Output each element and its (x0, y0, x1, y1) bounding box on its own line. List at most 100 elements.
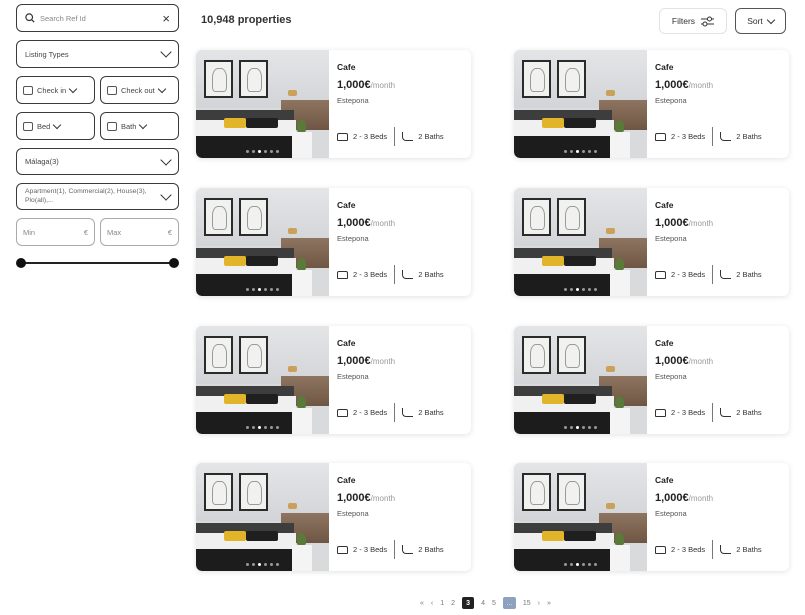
property-card[interactable]: Cafe 1,000€/month Estepona 2 - 3 Beds 2 Bath… (196, 50, 471, 158)
price-range-slider[interactable] (16, 258, 179, 268)
property-photo[interactable] (514, 188, 647, 296)
carousel-dot[interactable] (582, 563, 585, 566)
property-title[interactable]: Cafe (655, 475, 789, 485)
last-page-number-button[interactable]: 15 (523, 600, 531, 607)
carousel-dot-active[interactable] (576, 426, 579, 429)
carousel-dot[interactable] (252, 563, 255, 566)
carousel-dot[interactable] (246, 288, 249, 291)
check-in-select[interactable]: Check in (16, 76, 95, 104)
slider-min-handle[interactable] (16, 258, 26, 268)
location-select[interactable]: Málaga(3) (16, 148, 179, 175)
first-page-button[interactable]: « (420, 600, 424, 607)
page-2-button[interactable]: 2 (451, 600, 455, 607)
carousel-dot[interactable] (594, 426, 597, 429)
property-title[interactable]: Cafe (337, 200, 471, 210)
property-title[interactable]: Cafe (655, 200, 789, 210)
property-card[interactable]: Cafe 1,000€/month Estepona 2 - 3 Beds 2 Bath… (514, 326, 789, 434)
carousel-dot-active[interactable] (258, 288, 261, 291)
page-4-button[interactable]: 4 (481, 600, 485, 607)
carousel-dot[interactable] (570, 150, 573, 153)
carousel-dot[interactable] (582, 288, 585, 291)
carousel-dot[interactable] (582, 426, 585, 429)
property-photo[interactable] (514, 50, 647, 158)
carousel-dot[interactable] (264, 288, 267, 291)
bed-select[interactable]: Bed (16, 112, 95, 140)
carousel-dot[interactable] (588, 426, 591, 429)
property-card[interactable]: Cafe 1,000€/month Estepona 2 - 3 Beds 2 Bath… (196, 463, 471, 571)
max-price-input[interactable]: Max € (100, 218, 179, 246)
property-title[interactable]: Cafe (337, 62, 471, 72)
carousel-dot[interactable] (276, 426, 279, 429)
property-card[interactable]: Cafe 1,000€/month Estepona 2 - 3 Beds 2 Bath… (196, 326, 471, 434)
filters-button[interactable]: Filters (659, 8, 727, 34)
carousel-dot[interactable] (588, 563, 591, 566)
property-photo[interactable] (514, 326, 647, 434)
ellipsis-button[interactable]: ... (502, 597, 516, 609)
carousel-dot[interactable] (270, 150, 273, 153)
clear-search-icon[interactable]: × (162, 12, 170, 25)
photo-plant (615, 396, 624, 408)
carousel-dot[interactable] (582, 150, 585, 153)
property-photo[interactable] (196, 50, 329, 158)
current-page-button[interactable]: 3 (462, 597, 475, 609)
carousel-dot-active[interactable] (576, 150, 579, 153)
property-title[interactable]: Cafe (655, 62, 789, 72)
carousel-dot[interactable] (246, 426, 249, 429)
carousel-dot[interactable] (252, 150, 255, 153)
property-photo[interactable] (196, 188, 329, 296)
carousel-dot-active[interactable] (258, 563, 261, 566)
carousel-dot[interactable] (264, 150, 267, 153)
carousel-dot-active[interactable] (576, 563, 579, 566)
page-1-button[interactable]: 1 (440, 600, 444, 607)
carousel-dot[interactable] (588, 150, 591, 153)
property-card[interactable]: Cafe 1,000€/month Estepona 2 - 3 Beds 2 Bath… (196, 188, 471, 296)
carousel-dot-active[interactable] (258, 426, 261, 429)
property-types-select[interactable]: Apartment(1), Commercial(2), House(3), P… (16, 183, 179, 210)
carousel-dot[interactable] (570, 563, 573, 566)
carousel-dot[interactable] (246, 563, 249, 566)
sort-button[interactable]: Sort (735, 8, 786, 34)
last-page-button[interactable]: » (547, 600, 551, 607)
carousel-dot[interactable] (594, 288, 597, 291)
carousel-dot[interactable] (276, 563, 279, 566)
carousel-dot[interactable] (570, 288, 573, 291)
carousel-dot-active[interactable] (576, 288, 579, 291)
page-5-button[interactable]: 5 (492, 600, 496, 607)
property-card[interactable]: Cafe 1,000€/month Estepona 2 - 3 Beds 2 Bath… (514, 50, 789, 158)
listing-types-select[interactable]: Listing Types (16, 40, 179, 68)
carousel-dot[interactable] (594, 563, 597, 566)
carousel-dot[interactable] (564, 150, 567, 153)
carousel-dot[interactable] (270, 563, 273, 566)
check-out-select[interactable]: Check out (100, 76, 179, 104)
carousel-dot[interactable] (564, 288, 567, 291)
property-photo[interactable] (196, 463, 329, 571)
carousel-dot[interactable] (264, 563, 267, 566)
property-title[interactable]: Cafe (655, 338, 789, 348)
carousel-dot[interactable] (246, 150, 249, 153)
property-photo[interactable] (196, 326, 329, 434)
carousel-dot[interactable] (270, 426, 273, 429)
carousel-dot[interactable] (594, 150, 597, 153)
carousel-dot[interactable] (252, 426, 255, 429)
carousel-dot[interactable] (252, 288, 255, 291)
carousel-dot[interactable] (270, 288, 273, 291)
property-card[interactable]: Cafe 1,000€/month Estepona 2 - 3 Beds 2 Bath… (514, 188, 789, 296)
prev-page-button[interactable]: ‹ (431, 600, 433, 607)
carousel-dot-active[interactable] (258, 150, 261, 153)
carousel-dot[interactable] (564, 563, 567, 566)
property-card[interactable]: Cafe 1,000€/month Estepona 2 - 3 Beds 2 Bath… (514, 463, 789, 571)
carousel-dot[interactable] (588, 288, 591, 291)
property-photo[interactable] (514, 463, 647, 571)
next-page-button[interactable]: › (538, 600, 540, 607)
carousel-dot[interactable] (570, 426, 573, 429)
carousel-dot[interactable] (276, 288, 279, 291)
min-price-input[interactable]: Min € (16, 218, 95, 246)
slider-max-handle[interactable] (169, 258, 179, 268)
property-title[interactable]: Cafe (337, 475, 471, 485)
bath-select[interactable]: Bath (100, 112, 179, 140)
carousel-dot[interactable] (564, 426, 567, 429)
carousel-dot[interactable] (264, 426, 267, 429)
carousel-dot[interactable] (276, 150, 279, 153)
property-title[interactable]: Cafe (337, 338, 471, 348)
search-input[interactable]: Search Ref Id × (16, 4, 179, 32)
